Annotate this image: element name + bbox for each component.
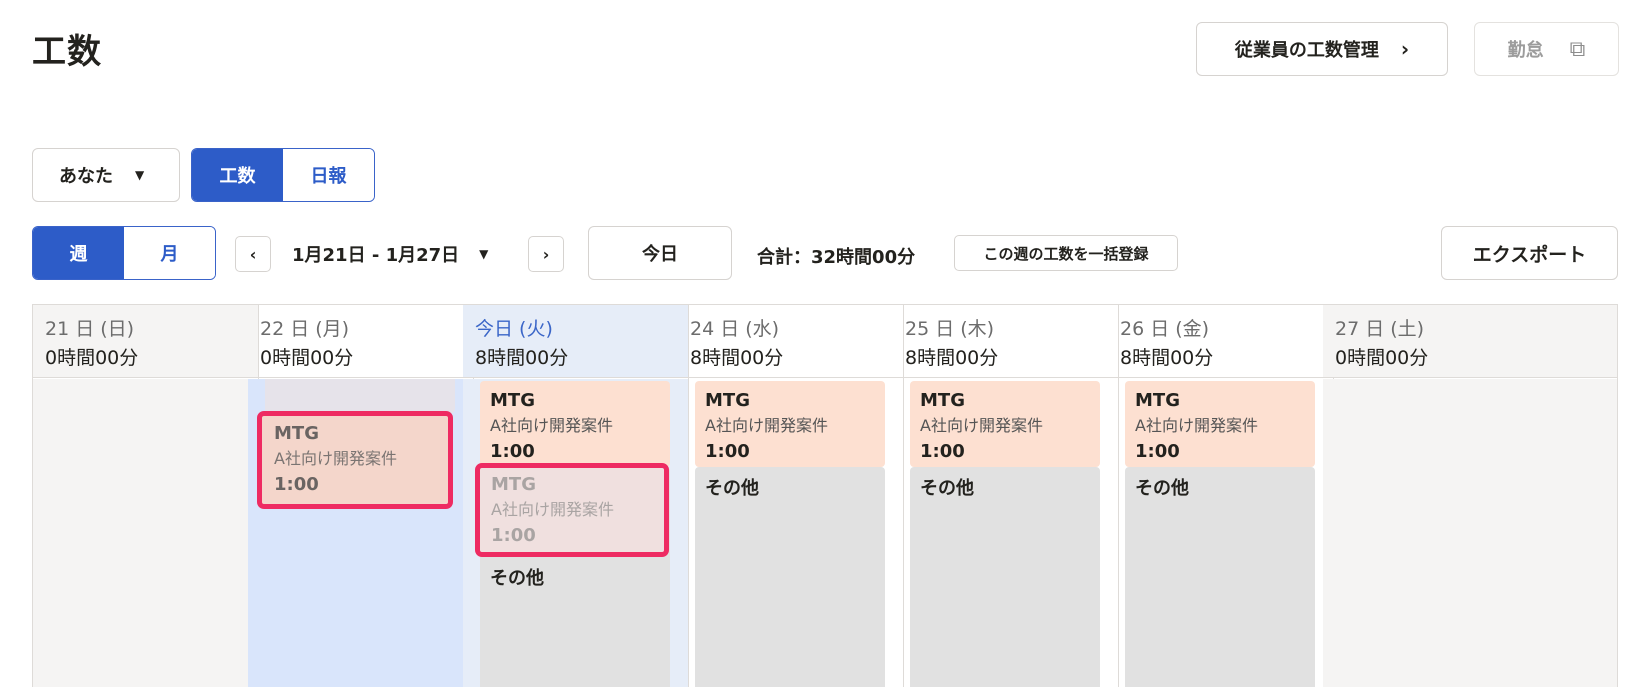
tab-month[interactable]: 月 — [124, 227, 215, 279]
week-calendar: 21 日 (日) 0時間00分 22 日 (月) 0時間00分 MTG A社向け… — [32, 304, 1618, 687]
day-label: 22 日 (月) — [260, 318, 350, 340]
day-header: 22 日 (月) 0時間00分 — [248, 305, 473, 378]
drag-origin-entry-card: MTG A社向け開発案件 1:00 — [475, 463, 669, 557]
day-header: 21 日 (日) 0時間00分 — [33, 305, 258, 378]
export-button[interactable]: エクスポート — [1441, 226, 1618, 280]
attendance-button[interactable]: 勤怠 ⧉ — [1474, 22, 1619, 76]
day-hours: 0時間00分 — [45, 347, 139, 369]
entry-title: その他 — [920, 478, 974, 499]
entry-project: A社向け開発案件 — [274, 449, 397, 468]
entry-title: MTG — [1135, 390, 1180, 411]
chevron-left-icon: ‹ — [249, 244, 257, 264]
entry-duration: 1:00 — [1135, 441, 1180, 462]
chevron-right-icon: › — [1400, 37, 1410, 61]
tab-nippo[interactable]: 日報 — [283, 149, 374, 201]
attendance-label: 勤怠 — [1507, 40, 1544, 61]
chevron-right-icon: › — [542, 244, 550, 264]
weekly-total: 合計：32時間00分 — [757, 247, 916, 268]
user-select-value: あなた — [59, 166, 113, 187]
entry-duration: 1:00 — [920, 441, 965, 462]
day-body[interactable]: MTG A社向け開発案件 1:00 その他 MTG A社向け開発案件 1:00 — [463, 379, 688, 687]
entry-duration: 1:00 — [274, 474, 319, 495]
user-select[interactable]: あなた ▼ — [32, 148, 180, 202]
entry-title: その他 — [1135, 478, 1189, 499]
day-label: 今日 (火) — [475, 318, 553, 340]
day-header: 25 日 (木) 8時間00分 — [893, 305, 1118, 378]
day-body[interactable]: MTG A社向け開発案件 1:00 — [248, 379, 473, 687]
day-header: 今日 (火) 8時間00分 — [463, 305, 688, 378]
day-body[interactable] — [33, 379, 258, 687]
entry-card-other[interactable]: その他 — [910, 467, 1100, 687]
entry-card-other[interactable]: その他 — [695, 467, 885, 687]
day-label: 21 日 (日) — [45, 318, 135, 340]
drop-placeholder — [265, 379, 455, 413]
entry-title: MTG — [490, 390, 535, 411]
day-column-sun: 21 日 (日) 0時間00分 — [33, 305, 259, 687]
entry-card[interactable]: MTG A社向け開発案件 1:00 — [480, 381, 670, 467]
tab-week[interactable]: 週 — [33, 227, 124, 279]
entry-duration: 1:00 — [490, 441, 535, 462]
prev-week-button[interactable]: ‹ — [235, 236, 271, 272]
day-body[interactable]: MTG A社向け開発案件 1:00 その他 — [1108, 379, 1333, 687]
day-body[interactable]: MTG A社向け開発案件 1:00 その他 — [893, 379, 1118, 687]
employee-effort-management-label: 従業員の工数管理 — [1234, 40, 1379, 61]
entry-title: MTG — [705, 390, 750, 411]
day-hours: 8時間00分 — [905, 347, 999, 369]
day-column-fri: 26 日 (金) 8時間00分 MTG A社向け開発案件 1:00 その他 — [1108, 305, 1334, 687]
day-column-today: 今日 (火) 8時間00分 MTG A社向け開発案件 1:00 その他 MTG … — [463, 305, 689, 687]
mode-toggle: 工数 日報 — [191, 148, 375, 202]
external-link-icon: ⧉ — [1569, 36, 1586, 62]
day-label: 27 日 (土) — [1335, 318, 1425, 340]
entry-card-other[interactable]: その他 — [1125, 467, 1315, 687]
entry-card[interactable]: MTG A社向け開発案件 1:00 — [910, 381, 1100, 467]
view-toggle: 週 月 — [32, 226, 216, 280]
entry-project: A社向け開発案件 — [705, 416, 828, 435]
entry-card[interactable]: MTG A社向け開発案件 1:00 — [695, 381, 885, 467]
employee-effort-management-button[interactable]: 従業員の工数管理 › — [1196, 22, 1448, 76]
bulk-register-button[interactable]: この週の工数を一括登録 — [954, 235, 1178, 271]
entry-title: MTG — [920, 390, 965, 411]
day-header: 27 日 (土) 0時間00分 — [1323, 305, 1617, 378]
day-hours: 0時間00分 — [1335, 347, 1429, 369]
entry-project: A社向け開発案件 — [491, 500, 614, 519]
entry-title: その他 — [705, 478, 759, 499]
day-label: 25 日 (木) — [905, 318, 995, 340]
day-body[interactable]: MTG A社向け開発案件 1:00 その他 — [678, 379, 903, 687]
day-header: 26 日 (金) 8時間00分 — [1108, 305, 1333, 378]
day-label: 24 日 (水) — [690, 318, 780, 340]
today-button[interactable]: 今日 — [588, 226, 732, 280]
dragged-entry-card[interactable]: MTG A社向け開発案件 1:00 — [257, 411, 453, 509]
entry-duration: 1:00 — [705, 441, 750, 462]
entry-title: MTG — [491, 474, 536, 495]
date-range-label: 1月21日 - 1月27日 — [292, 245, 460, 266]
day-hours: 8時間00分 — [690, 347, 784, 369]
entry-card[interactable]: MTG A社向け開発案件 1:00 — [1125, 381, 1315, 467]
day-column-thu: 25 日 (木) 8時間00分 MTG A社向け開発案件 1:00 その他 — [893, 305, 1119, 687]
page-title: 工数 — [32, 32, 102, 72]
entry-title: MTG — [274, 423, 319, 444]
day-hours: 8時間00分 — [475, 347, 569, 369]
entry-project: A社向け開発案件 — [1135, 416, 1258, 435]
date-range-select[interactable]: 1月21日 - 1月27日 ▼ — [292, 241, 488, 267]
entry-duration: 1:00 — [491, 525, 536, 546]
caret-down-icon: ▼ — [479, 247, 489, 261]
day-column-mon: 22 日 (月) 0時間00分 MTG A社向け開発案件 1:00 — [248, 305, 474, 687]
tab-kousu[interactable]: 工数 — [192, 149, 283, 201]
day-body[interactable] — [1323, 379, 1617, 687]
day-column-sat: 27 日 (土) 0時間00分 — [1323, 305, 1617, 687]
day-hours: 0時間00分 — [260, 347, 354, 369]
day-label: 26 日 (金) — [1120, 318, 1210, 340]
caret-down-icon: ▼ — [135, 168, 145, 182]
entry-project: A社向け開発案件 — [920, 416, 1043, 435]
day-header: 24 日 (水) 8時間00分 — [678, 305, 903, 378]
entry-project: A社向け開発案件 — [490, 416, 613, 435]
day-column-wed: 24 日 (水) 8時間00分 MTG A社向け開発案件 1:00 その他 — [678, 305, 904, 687]
next-week-button[interactable]: › — [528, 236, 564, 272]
day-hours: 8時間00分 — [1120, 347, 1214, 369]
